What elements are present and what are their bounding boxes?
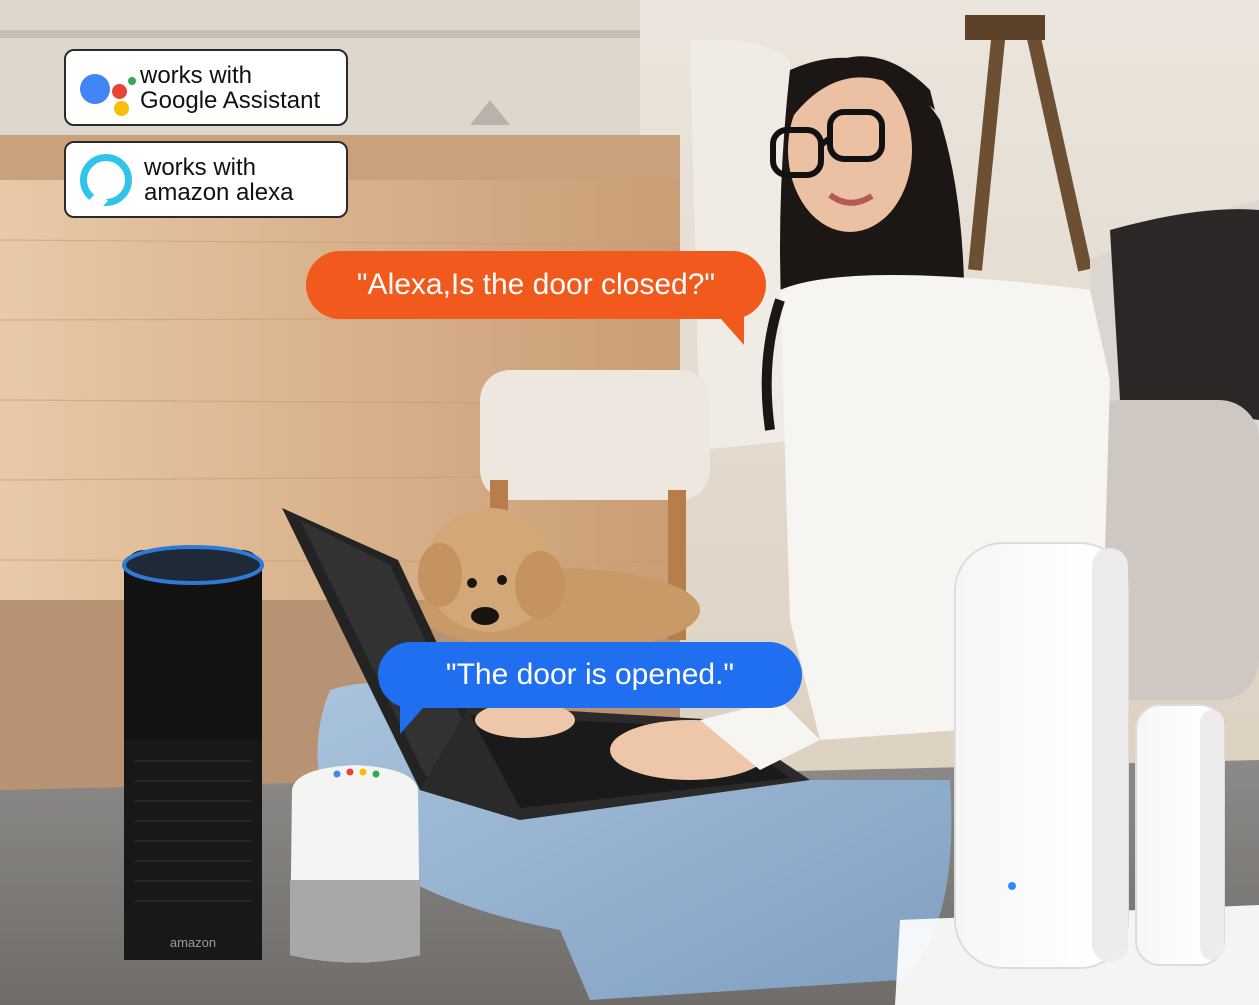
google-assistant-icon xyxy=(78,58,140,118)
google-badge-text: works with Google Assistant xyxy=(140,63,320,113)
google-badge-line2: Google Assistant xyxy=(140,86,321,114)
answer-speech-bubble: "The door is opened." xyxy=(378,642,802,734)
product-scene: amazon works with Google Assistant works… xyxy=(0,0,1259,1005)
question-speech-bubble: "Alexa,Is the door closed?" xyxy=(306,251,766,345)
alexa-badge-text: works with amazon alexa xyxy=(144,155,293,205)
google-assistant-badge: works with Google Assistant xyxy=(64,49,348,126)
echo-speaker xyxy=(122,545,264,960)
google-badge-line1: works with xyxy=(140,61,253,89)
alexa-badge-line2: amazon alexa xyxy=(144,178,294,206)
alexa-icon xyxy=(80,153,132,206)
google-home-speaker xyxy=(290,765,420,963)
amazon-alexa-badge: works with amazon alexa xyxy=(64,141,348,218)
alexa-badge-line1: works with xyxy=(144,153,257,181)
question-text: "Alexa,Is the door closed?" xyxy=(356,268,716,301)
answer-text: "The door is opened." xyxy=(445,658,735,691)
echo-brand-label: amazon xyxy=(170,935,216,950)
